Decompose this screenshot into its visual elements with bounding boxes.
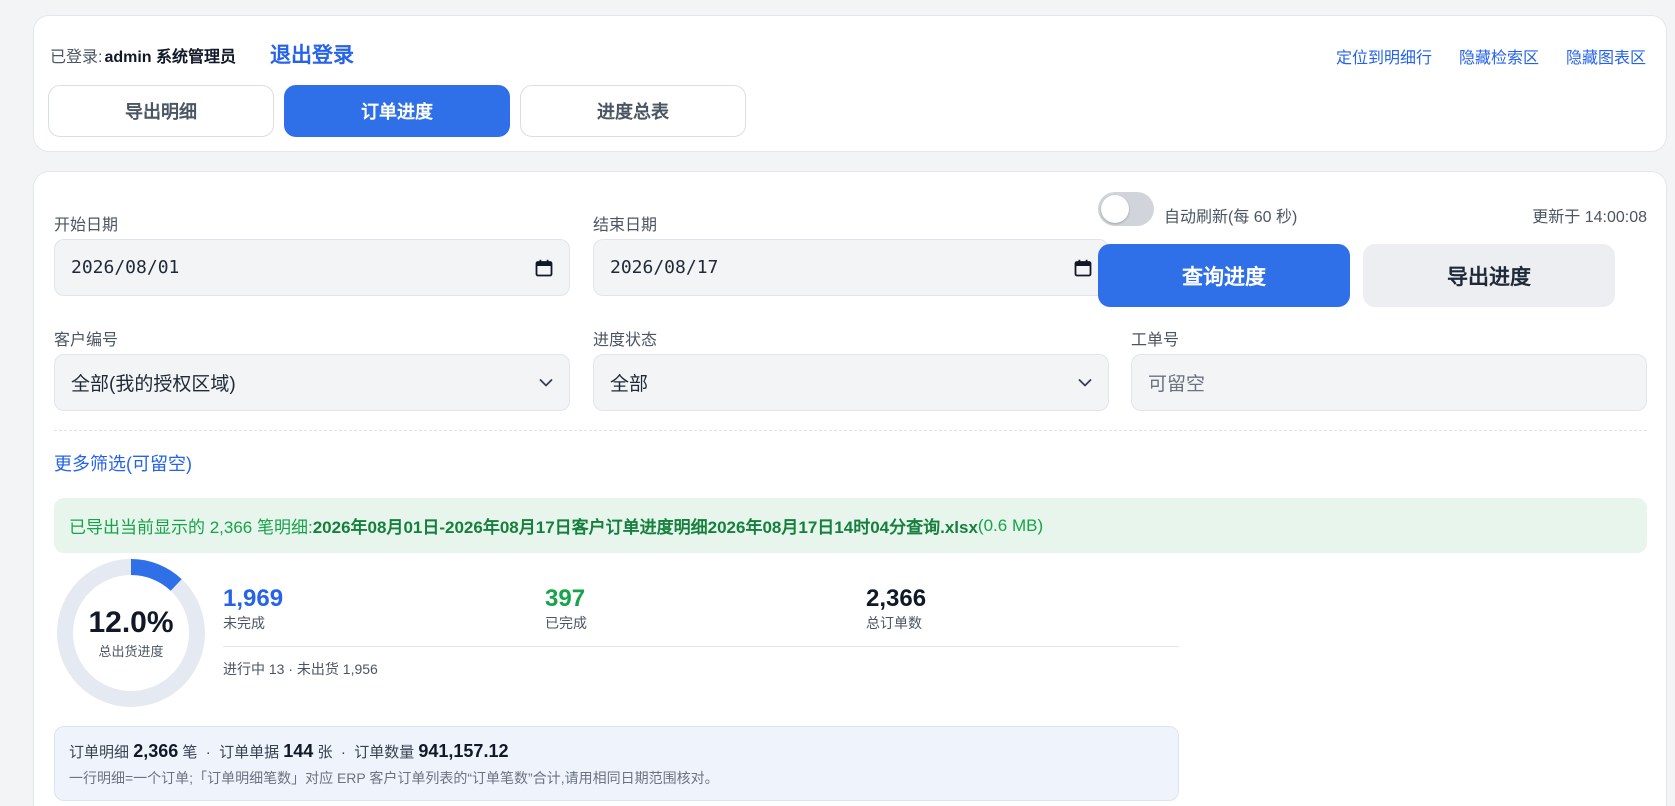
tab-progress-summary[interactable]: 进度总表 <box>520 85 746 137</box>
progress-donut: 12.0% 总出货进度 <box>56 558 206 708</box>
logout-link[interactable]: 退出登录 <box>270 39 354 69</box>
hide-chart-link[interactable]: 隐藏图表区 <box>1566 44 1646 68</box>
stat-value: 397 <box>545 585 586 612</box>
customer-select[interactable]: 全部(我的授权区域) <box>54 354 570 411</box>
user-name: admin 系统管理员 <box>104 49 237 66</box>
more-filters-link[interactable]: 更多筛选(可留空) <box>54 450 192 476</box>
workorder-input[interactable]: 可留空 <box>1131 354 1647 411</box>
tab-order-progress[interactable]: 订单进度 <box>284 85 510 137</box>
customer-label: 客户编号 <box>54 332 119 349</box>
toggle-knob <box>1101 195 1129 223</box>
auto-refresh-toggle[interactable] <box>1098 192 1154 226</box>
stat-value: 2,366 <box>866 585 927 612</box>
stat-label: 总订单数 <box>866 615 922 631</box>
top-links: 定位到明细行 隐藏检索区 隐藏图表区 <box>1336 44 1646 68</box>
sub-stats: 进行中 13 · 未出货 1,956 <box>223 661 378 677</box>
updated-time: 更新于 14:00:08 <box>1532 209 1647 226</box>
stat-label: 未完成 <box>223 615 265 631</box>
summary-qty-value: 941,157.12 <box>418 741 509 761</box>
start-date-label: 开始日期 <box>54 217 119 234</box>
progress-label: 总出货进度 <box>98 644 164 659</box>
summary-doc-unit: 张 <box>317 744 333 761</box>
hide-search-link[interactable]: 隐藏检索区 <box>1459 44 1539 68</box>
progress-percent: 12.0% <box>88 606 174 639</box>
export-progress-button[interactable]: 导出进度 <box>1363 244 1615 307</box>
summary-line: 订单明细 2,366 笔 · 订单单据 144 张 · 订单数量 941,157… <box>69 741 509 761</box>
summary-qty-label: 订单数量 <box>354 744 415 761</box>
notice-filename[interactable]: 2026年08月01日-2026年08月17日客户订单进度明细2026年08月1… <box>313 513 978 538</box>
locate-detail-link[interactable]: 定位到明细行 <box>1336 44 1432 68</box>
end-date-input[interactable]: 2026/08/17 <box>593 239 1109 296</box>
stat-value: 1,969 <box>223 585 284 612</box>
workorder-placeholder: 可留空 <box>1148 374 1206 395</box>
summary-note: 一行明细=一个订单;「订单明细笔数」对应 ERP 客户订单列表的“订单笔数”合计… <box>69 770 719 786</box>
chevron-down-icon <box>539 378 553 387</box>
summary-detail-unit: 笔 <box>182 744 198 761</box>
calendar-icon[interactable] <box>1074 259 1092 277</box>
donut-center: 12.0% 总出货进度 <box>56 558 206 708</box>
notice-size: (0.6 MB) <box>977 515 1044 535</box>
login-prefix: 已登录: <box>50 49 103 66</box>
stat-incomplete: 1,969 未完成 <box>223 585 283 633</box>
end-date-label: 结束日期 <box>593 217 658 234</box>
status-select[interactable]: 全部 <box>593 354 1109 411</box>
start-date-value: 2026/08/01 <box>71 257 180 278</box>
notice-prefix: 已导出当前显示的 2,366 笔明细: <box>69 518 313 537</box>
export-notice: 已导出当前显示的 2,366 笔明细: 2026年08月01日-2026年08月1… <box>54 498 1647 553</box>
stat-complete: 397 已完成 <box>545 585 587 633</box>
stat-label: 已完成 <box>545 615 587 631</box>
query-progress-button[interactable]: 查询进度 <box>1098 244 1350 307</box>
status-value: 全部 <box>610 374 649 395</box>
header-card: 已登录: admin 系统管理员 退出登录 定位到明细行 隐藏检索区 隐藏图表区 … <box>33 15 1667 152</box>
auto-refresh-label: 自动刷新(每 60 秒) <box>1164 209 1298 226</box>
login-info: 已登录: admin 系统管理员 <box>50 43 236 67</box>
summary-doc-value: 144 <box>283 741 314 761</box>
summary-doc-label: 订单单据 <box>219 744 280 761</box>
customer-value: 全部(我的授权区域) <box>71 374 236 395</box>
chevron-down-icon <box>1078 378 1092 387</box>
status-label: 进度状态 <box>593 332 658 349</box>
calendar-icon[interactable] <box>535 259 553 277</box>
divider <box>54 430 1647 431</box>
start-date-input[interactable]: 2026/08/01 <box>54 239 570 296</box>
summary-detail-value: 2,366 <box>133 741 179 761</box>
stat-total: 2,366 总订单数 <box>866 585 926 633</box>
stat-divider <box>223 646 1179 647</box>
end-date-value: 2026/08/17 <box>610 257 719 278</box>
workorder-label: 工单号 <box>1131 332 1180 349</box>
tab-bar: 导出明细 订单进度 进度总表 <box>48 85 746 137</box>
summary-box: 订单明细 2,366 笔 · 订单单据 144 张 · 订单数量 941,157… <box>54 726 1179 801</box>
tab-export-detail[interactable]: 导出明细 <box>48 85 274 137</box>
summary-detail-label: 订单明细 <box>69 744 130 761</box>
